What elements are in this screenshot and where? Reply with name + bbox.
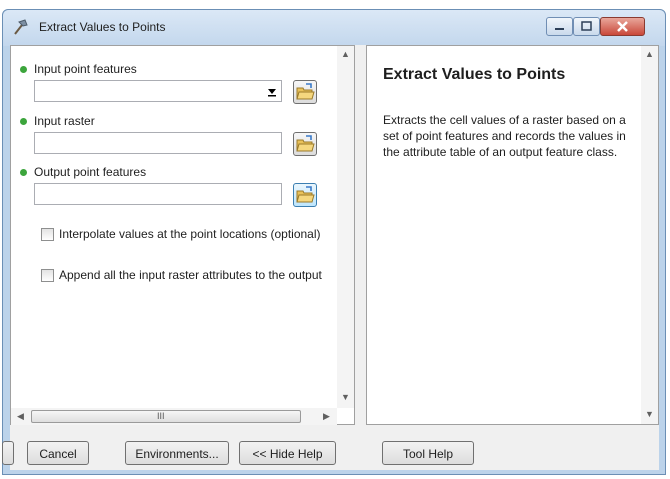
parameters-horizontal-scrollbar[interactable]: ◀ III ▶ xyxy=(11,408,337,425)
browse-input-point-features-button[interactable] xyxy=(293,80,317,104)
minimize-button[interactable] xyxy=(546,17,573,36)
scroll-up-icon[interactable]: ▲ xyxy=(645,49,654,59)
title-bar[interactable]: Extract Values to Points xyxy=(3,10,665,46)
environments-button[interactable]: Environments... xyxy=(125,441,229,465)
help-vertical-scrollbar[interactable]: ▲ ▼ xyxy=(641,46,658,424)
scroll-down-icon[interactable]: ▼ xyxy=(645,409,654,419)
help-pane: Extract Values to Points Extracts the ce… xyxy=(366,45,659,425)
hide-help-button[interactable]: << Hide Help xyxy=(239,441,336,465)
close-icon xyxy=(617,21,628,32)
hammer-icon xyxy=(14,19,28,35)
output-point-features-field[interactable] xyxy=(34,183,282,205)
browse-input-raster-button[interactable] xyxy=(293,132,317,156)
required-indicator-icon xyxy=(20,118,27,125)
scroll-up-icon[interactable]: ▲ xyxy=(341,49,350,59)
scroll-down-icon[interactable]: ▼ xyxy=(341,392,350,402)
input-raster-field[interactable] xyxy=(34,132,282,154)
scroll-left-icon[interactable]: ◀ xyxy=(17,411,24,422)
chevron-down-icon xyxy=(268,89,276,97)
parameters-vertical-scrollbar[interactable]: ▲ ▼ xyxy=(337,46,354,408)
input-raster-label: Input raster xyxy=(34,114,95,128)
ok-button[interactable] xyxy=(2,441,14,465)
window-title: Extract Values to Points xyxy=(39,20,166,34)
open-folder-icon xyxy=(296,135,315,152)
open-folder-icon xyxy=(296,186,315,203)
maximize-icon xyxy=(581,21,592,31)
tool-help-button[interactable]: Tool Help xyxy=(382,441,474,465)
input-point-features-combo[interactable] xyxy=(34,80,282,102)
horizontal-scroll-thumb[interactable]: III xyxy=(31,410,301,423)
scroll-grip: III xyxy=(157,411,165,421)
minimize-icon xyxy=(555,28,564,30)
cancel-button[interactable]: Cancel xyxy=(27,441,89,465)
maximize-button[interactable] xyxy=(573,17,600,36)
help-title: Extract Values to Points xyxy=(383,66,566,83)
tool-dialog-window: Extract Values to Points Input point fea… xyxy=(2,9,666,475)
append-raster-attributes-label: Append all the input raster attributes t… xyxy=(59,268,324,282)
append-raster-attributes-checkbox[interactable] xyxy=(41,269,54,282)
close-button[interactable] xyxy=(600,17,645,36)
interpolate-values-label: Interpolate values at the point location… xyxy=(59,227,321,241)
dialog-client: Input point features Input raster Output… xyxy=(2,45,659,470)
required-indicator-icon xyxy=(20,66,27,73)
help-description: Extracts the cell values of a raster bas… xyxy=(383,113,626,159)
input-point-features-label: Input point features xyxy=(34,62,137,76)
interpolate-values-checkbox[interactable] xyxy=(41,228,54,241)
scroll-right-icon[interactable]: ▶ xyxy=(323,411,330,422)
output-point-features-label: Output point features xyxy=(34,165,147,179)
browse-output-point-features-button[interactable] xyxy=(293,183,317,207)
open-folder-icon xyxy=(296,83,315,100)
parameters-pane: Input point features Input raster Output… xyxy=(10,45,355,425)
required-indicator-icon xyxy=(20,169,27,176)
